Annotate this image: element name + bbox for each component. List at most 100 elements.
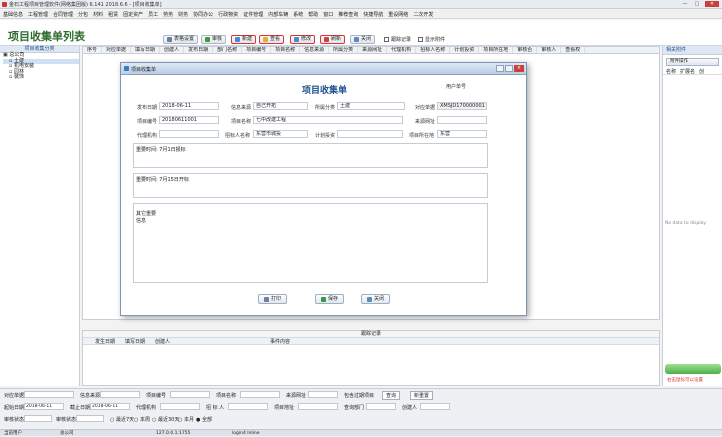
menu-item[interactable]: 帮助 (308, 11, 318, 18)
menu-item[interactable]: 行政物资 (218, 11, 238, 18)
menu-item[interactable]: 工程管理 (28, 11, 48, 18)
expired-checkbox[interactable]: 包含过期项目 (344, 392, 374, 399)
dialog-close-button[interactable]: × (514, 65, 524, 72)
hint-link[interactable]: 右击鼠标可以设置 (667, 377, 703, 383)
other-info-area[interactable]: 其它重要信息 (133, 203, 488, 283)
column-header[interactable]: 所属分类 (329, 47, 359, 53)
menu-item[interactable]: 固定资产 (123, 11, 143, 18)
column-header[interactable]: 事件内容 (270, 338, 290, 345)
plan-input[interactable] (337, 130, 403, 138)
audit-select[interactable] (24, 415, 52, 422)
radio-week[interactable]: ○ 本周 (134, 416, 150, 423)
column-header[interactable]: 审核人 (537, 47, 562, 53)
menu-item[interactable]: 劳务 (163, 11, 173, 18)
source-select[interactable]: 自己开拓 (253, 102, 308, 110)
url-input[interactable] (308, 391, 338, 398)
view-button[interactable]: 查看 (259, 35, 285, 44)
dialog-maximize-button[interactable] (505, 65, 513, 72)
column-header[interactable]: 填写日期 (131, 47, 161, 53)
column-header[interactable]: 查看权 (561, 47, 586, 53)
menu-item[interactable]: 协同办公 (193, 11, 213, 18)
table-settings-button[interactable]: 表格设置 (163, 35, 199, 44)
agency-input[interactable] (159, 130, 219, 138)
bidder-input[interactable] (228, 403, 268, 410)
dialog-minimize-button[interactable] (496, 65, 504, 72)
close-button[interactable]: ✕ (705, 1, 719, 7)
follow-checkbox[interactable]: 跟踪记录 (384, 36, 411, 43)
close-list-button[interactable]: 关闭 (350, 35, 376, 44)
column-header[interactable]: 信息来源 (300, 47, 330, 53)
column-header[interactable]: 项目所在地 (479, 47, 514, 53)
attach-checkbox[interactable]: 显示附件 (418, 36, 445, 43)
menu-item[interactable]: 租赁 (108, 11, 118, 18)
save-button[interactable]: 保存 (315, 294, 345, 304)
column-header[interactable]: 填写日期 (125, 338, 145, 345)
creator-select[interactable] (420, 403, 450, 410)
menu-item[interactable]: 材料 (93, 11, 103, 18)
radio-30days[interactable]: ○ 最近30天 (152, 416, 179, 423)
column-header[interactable]: 发生日期 (95, 338, 115, 345)
audit2-select[interactable] (76, 415, 104, 422)
menu-item[interactable]: 推荐查询 (338, 11, 358, 18)
column-header[interactable]: 项目编号 (242, 47, 272, 53)
column-header[interactable]: 来源网址 (358, 47, 388, 53)
key-time-1-area[interactable]: 重要时间: 7月1日报标 (133, 143, 488, 168)
minimize-button[interactable]: — (680, 1, 690, 7)
key-time-2-area[interactable]: 重要时间: 7月15日开标 (133, 173, 488, 198)
proj-no-input[interactable] (170, 391, 210, 398)
tree-item[interactable]: ▫ 装饰 (3, 74, 79, 81)
menu-item[interactable]: 合同管理 (53, 11, 73, 18)
column-header[interactable]: 部门名称 (213, 47, 243, 53)
column-header[interactable]: 序号 (83, 47, 103, 53)
refresh-button[interactable]: 刷新 (320, 35, 346, 44)
maximize-button[interactable]: □ (692, 1, 702, 7)
radio-month[interactable]: ○ 本月 (178, 416, 194, 423)
column-header[interactable]: 对应单据 (102, 47, 132, 53)
column-header[interactable]: 项目名称 (271, 47, 301, 53)
menu-item[interactable]: 分包 (78, 11, 88, 18)
menu-item[interactable]: 证件管理 (243, 11, 263, 18)
column-header[interactable]: 招标人名称 (416, 47, 451, 53)
location-input[interactable]: 东营 (437, 130, 487, 138)
source-url-input[interactable] (437, 116, 487, 124)
menu-item[interactable]: 窗口 (323, 11, 333, 18)
edit-button[interactable]: 修改 (290, 35, 316, 44)
column-header[interactable]: 创建人 (155, 338, 170, 345)
column-header[interactable]: 计划投资 (450, 47, 480, 53)
radio-all[interactable]: ● 全部 (196, 416, 212, 423)
audit-button[interactable]: 审核 (201, 35, 227, 44)
reset-button[interactable]: 新重置 (410, 391, 434, 400)
attachment-ops-button[interactable]: 附件操作 (666, 58, 719, 66)
proj-name-input[interactable] (240, 391, 280, 398)
column-header[interactable]: 创建人 (160, 47, 185, 53)
new-button[interactable]: 新建 (231, 35, 257, 44)
query-button[interactable]: 查询 (382, 391, 401, 400)
menu-item[interactable]: 重设网络 (388, 11, 408, 18)
proj-no-input[interactable]: 20180611001 (159, 116, 219, 124)
radio-7days[interactable]: ○ 最近7天 (110, 416, 134, 423)
menu-item[interactable]: 二次开发 (413, 11, 433, 18)
doc-input[interactable] (24, 391, 74, 398)
start-date-input[interactable]: 2018-06-11 (24, 403, 64, 410)
chat-widget[interactable] (665, 364, 721, 374)
column-header[interactable]: 发布日期 (184, 47, 214, 53)
bidder-input[interactable]: 东营市城投 (253, 130, 308, 138)
print-button[interactable]: 打印 (258, 294, 288, 304)
menu-item[interactable]: 系统 (293, 11, 303, 18)
release-date-input[interactable]: 2018-06-11 (159, 102, 219, 110)
close-dialog-button[interactable]: 关闭 (361, 294, 391, 304)
category-select[interactable]: 土建 (337, 102, 405, 110)
addr-input[interactable] (298, 403, 338, 410)
source-select[interactable] (100, 391, 140, 398)
column-header[interactable]: 代理机构 (387, 47, 417, 53)
menu-item[interactable]: 基础信息 (3, 11, 23, 18)
agency-input[interactable] (160, 403, 200, 410)
menu-item[interactable]: 员工 (148, 11, 158, 18)
menu-item[interactable]: 财务 (178, 11, 188, 18)
column-header[interactable]: 审核否 (513, 47, 538, 53)
menu-item[interactable]: 快捷导航 (363, 11, 383, 18)
dept-select[interactable] (366, 403, 396, 410)
menu-item[interactable]: 内部车辆 (268, 11, 288, 18)
proj-name-input[interactable]: 七中改建工程 (253, 116, 403, 124)
end-date-input[interactable]: 2018-06-11 (90, 403, 130, 410)
